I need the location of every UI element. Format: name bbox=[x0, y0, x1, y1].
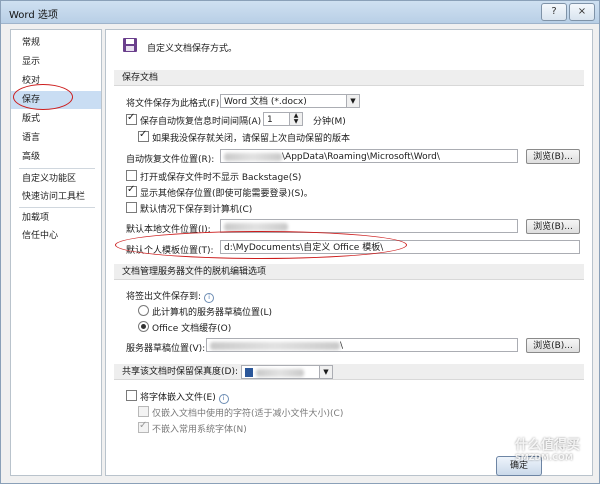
watermark-line1: 什么值得买 bbox=[515, 438, 581, 453]
sidebar-item-quick-access-toolbar[interactable]: 快速访问工具栏 bbox=[11, 188, 101, 206]
help-button[interactable]: ? bbox=[541, 3, 567, 21]
default-local-location-label: 默认本地文件位置(I): bbox=[126, 225, 211, 235]
office-cache-radio[interactable] bbox=[138, 321, 149, 332]
sidebar-item-advanced[interactable]: 高级 bbox=[11, 148, 101, 166]
autorecover-location-label: 自动恢复文件位置(R): bbox=[126, 155, 215, 165]
section-header-save-documents: 保存文档 bbox=[114, 70, 584, 86]
redacted-path bbox=[224, 222, 288, 231]
title-bar: Word 选项 ? × bbox=[1, 1, 599, 24]
embed-used-chars-checkbox[interactable] bbox=[138, 406, 149, 417]
autorecover-browse-button[interactable]: 浏览(B)... bbox=[526, 149, 580, 164]
watermark-logo: 什么值得买 SMZDM.COM bbox=[515, 434, 589, 480]
panel-description: 自定义文档保存方式。 bbox=[147, 44, 238, 54]
sidebar-item-trust-center[interactable]: 信任中心 bbox=[11, 227, 101, 245]
autosave-label: 保存自动恢复信息时间间隔(A) bbox=[140, 117, 262, 127]
office-cache-radio-label: Office 文档缓存(O) bbox=[152, 324, 232, 334]
watermark-line2: SMZDM.COM bbox=[515, 453, 573, 462]
options-sidebar: 常规 显示 校对 保存 版式 语言 高级 自定义功能区 快速访问工具栏 加载项 … bbox=[10, 29, 102, 476]
checkout-location-label: 将签出文件保存到: i bbox=[126, 289, 215, 303]
embed-fonts-checkbox[interactable] bbox=[126, 390, 137, 401]
redacted-path bbox=[224, 152, 282, 161]
autorecover-location-field[interactable]: \AppData\Roaming\Microsoft\Word\ bbox=[220, 149, 518, 163]
hide-backstage-label: 打开或保存文件时不显示 Backstage(S) bbox=[140, 173, 302, 183]
show-other-locations-label: 显示其他保存位置(即使可能需要登录)(S)。 bbox=[140, 189, 313, 199]
autorecover-location-value: \AppData\Roaming\Microsoft\Word\ bbox=[282, 152, 440, 162]
fidelity-section-label: 共享该文档时保留保真度(D): bbox=[122, 367, 238, 377]
autosave-minutes-value: 1 bbox=[267, 115, 273, 125]
default-template-location-value: d:\MyDocuments\自定义 Office 模板\ bbox=[224, 243, 384, 253]
sidebar-item-save[interactable]: 保存 bbox=[11, 91, 101, 109]
show-other-locations-checkbox[interactable] bbox=[126, 184, 137, 197]
save-format-label: 将文件保存为此格式(F): bbox=[126, 99, 223, 109]
sidebar-item-addins[interactable]: 加载项 bbox=[11, 209, 101, 227]
default-local-browse-button[interactable]: 浏览(B)... bbox=[526, 219, 580, 234]
save-to-computer-label: 默认情况下保存到计算机(C) bbox=[140, 205, 253, 215]
default-template-location-field[interactable]: d:\MyDocuments\自定义 Office 模板\ bbox=[220, 240, 580, 254]
chevron-down-icon: ▼ bbox=[319, 366, 332, 378]
keep-last-version-checkbox[interactable] bbox=[138, 129, 149, 142]
redacted-path bbox=[210, 341, 340, 350]
window-title: Word 选项 bbox=[9, 10, 58, 21]
section-header-offline-editing: 文档管理服务器文件的脱机编辑选项 bbox=[114, 264, 584, 280]
sidebar-divider bbox=[19, 207, 95, 208]
spin-arrows-icon: ▲ ▼ bbox=[289, 113, 302, 125]
save-to-computer-checkbox[interactable] bbox=[126, 202, 137, 213]
sidebar-divider bbox=[19, 168, 95, 169]
sidebar-item-display[interactable]: 显示 bbox=[11, 53, 101, 71]
save-format-dropdown[interactable]: Word 文档 (*.docx) ▼ bbox=[220, 94, 360, 108]
save-options-panel: 自定义文档保存方式。 保存文档 将文件保存为此格式(F): Word 文档 (*… bbox=[105, 29, 593, 476]
server-drafts-radio[interactable] bbox=[138, 305, 149, 316]
section-header-fidelity: 共享该文档时保留保真度(D): bbox=[114, 364, 584, 380]
redacted-document-name bbox=[256, 368, 304, 377]
server-drafts-browse-button[interactable]: 浏览(B)... bbox=[526, 338, 580, 353]
word-options-dialog: Word 选项 ? × 常规 显示 校对 保存 版式 语言 高级 自定义功能区 … bbox=[0, 0, 600, 484]
floppy-disk-icon bbox=[122, 37, 138, 53]
no-common-fonts-label: 不嵌入常用系统字体(N) bbox=[152, 425, 247, 435]
close-button[interactable]: × bbox=[569, 3, 595, 21]
info-icon: i bbox=[218, 394, 229, 404]
minutes-unit-label: 分钟(M) bbox=[313, 117, 346, 127]
sidebar-item-proofing[interactable]: 校对 bbox=[11, 72, 101, 90]
server-drafts-location-field[interactable]: \ bbox=[206, 338, 518, 352]
keep-last-version-label: 如果我没保存就关闭，请保留上次自动保留的版本 bbox=[152, 134, 351, 144]
fidelity-document-dropdown[interactable]: ▼ bbox=[241, 365, 333, 379]
autosave-checkbox[interactable] bbox=[126, 112, 137, 125]
default-local-location-field[interactable] bbox=[220, 219, 518, 233]
hide-backstage-checkbox[interactable] bbox=[126, 170, 137, 181]
server-drafts-location-label: 服务器草稿位置(V): bbox=[126, 344, 206, 354]
sidebar-item-layout[interactable]: 版式 bbox=[11, 110, 101, 128]
sidebar-item-language[interactable]: 语言 bbox=[11, 129, 101, 147]
default-template-location-label: 默认个人模板位置(T): bbox=[126, 246, 214, 256]
server-drafts-radio-label: 此计算机的服务器草稿位置(L) bbox=[152, 308, 273, 318]
chevron-down-icon: ▼ bbox=[346, 95, 359, 107]
no-common-fonts-checkbox[interactable] bbox=[138, 420, 149, 433]
embed-used-chars-label: 仅嵌入文档中使用的字符(适于减小文件大小)(C) bbox=[152, 409, 344, 419]
sidebar-item-customize-ribbon[interactable]: 自定义功能区 bbox=[11, 170, 101, 188]
autosave-minutes-stepper[interactable]: 1 ▲ ▼ bbox=[263, 112, 303, 126]
sidebar-item-general[interactable]: 常规 bbox=[11, 34, 101, 52]
embed-fonts-label: 将字体嵌入文件(E) i bbox=[140, 390, 229, 404]
word-document-icon bbox=[245, 368, 253, 377]
server-drafts-location-value: \ bbox=[340, 341, 344, 351]
save-format-value: Word 文档 (*.docx) bbox=[224, 97, 307, 107]
info-icon: i bbox=[204, 293, 215, 303]
